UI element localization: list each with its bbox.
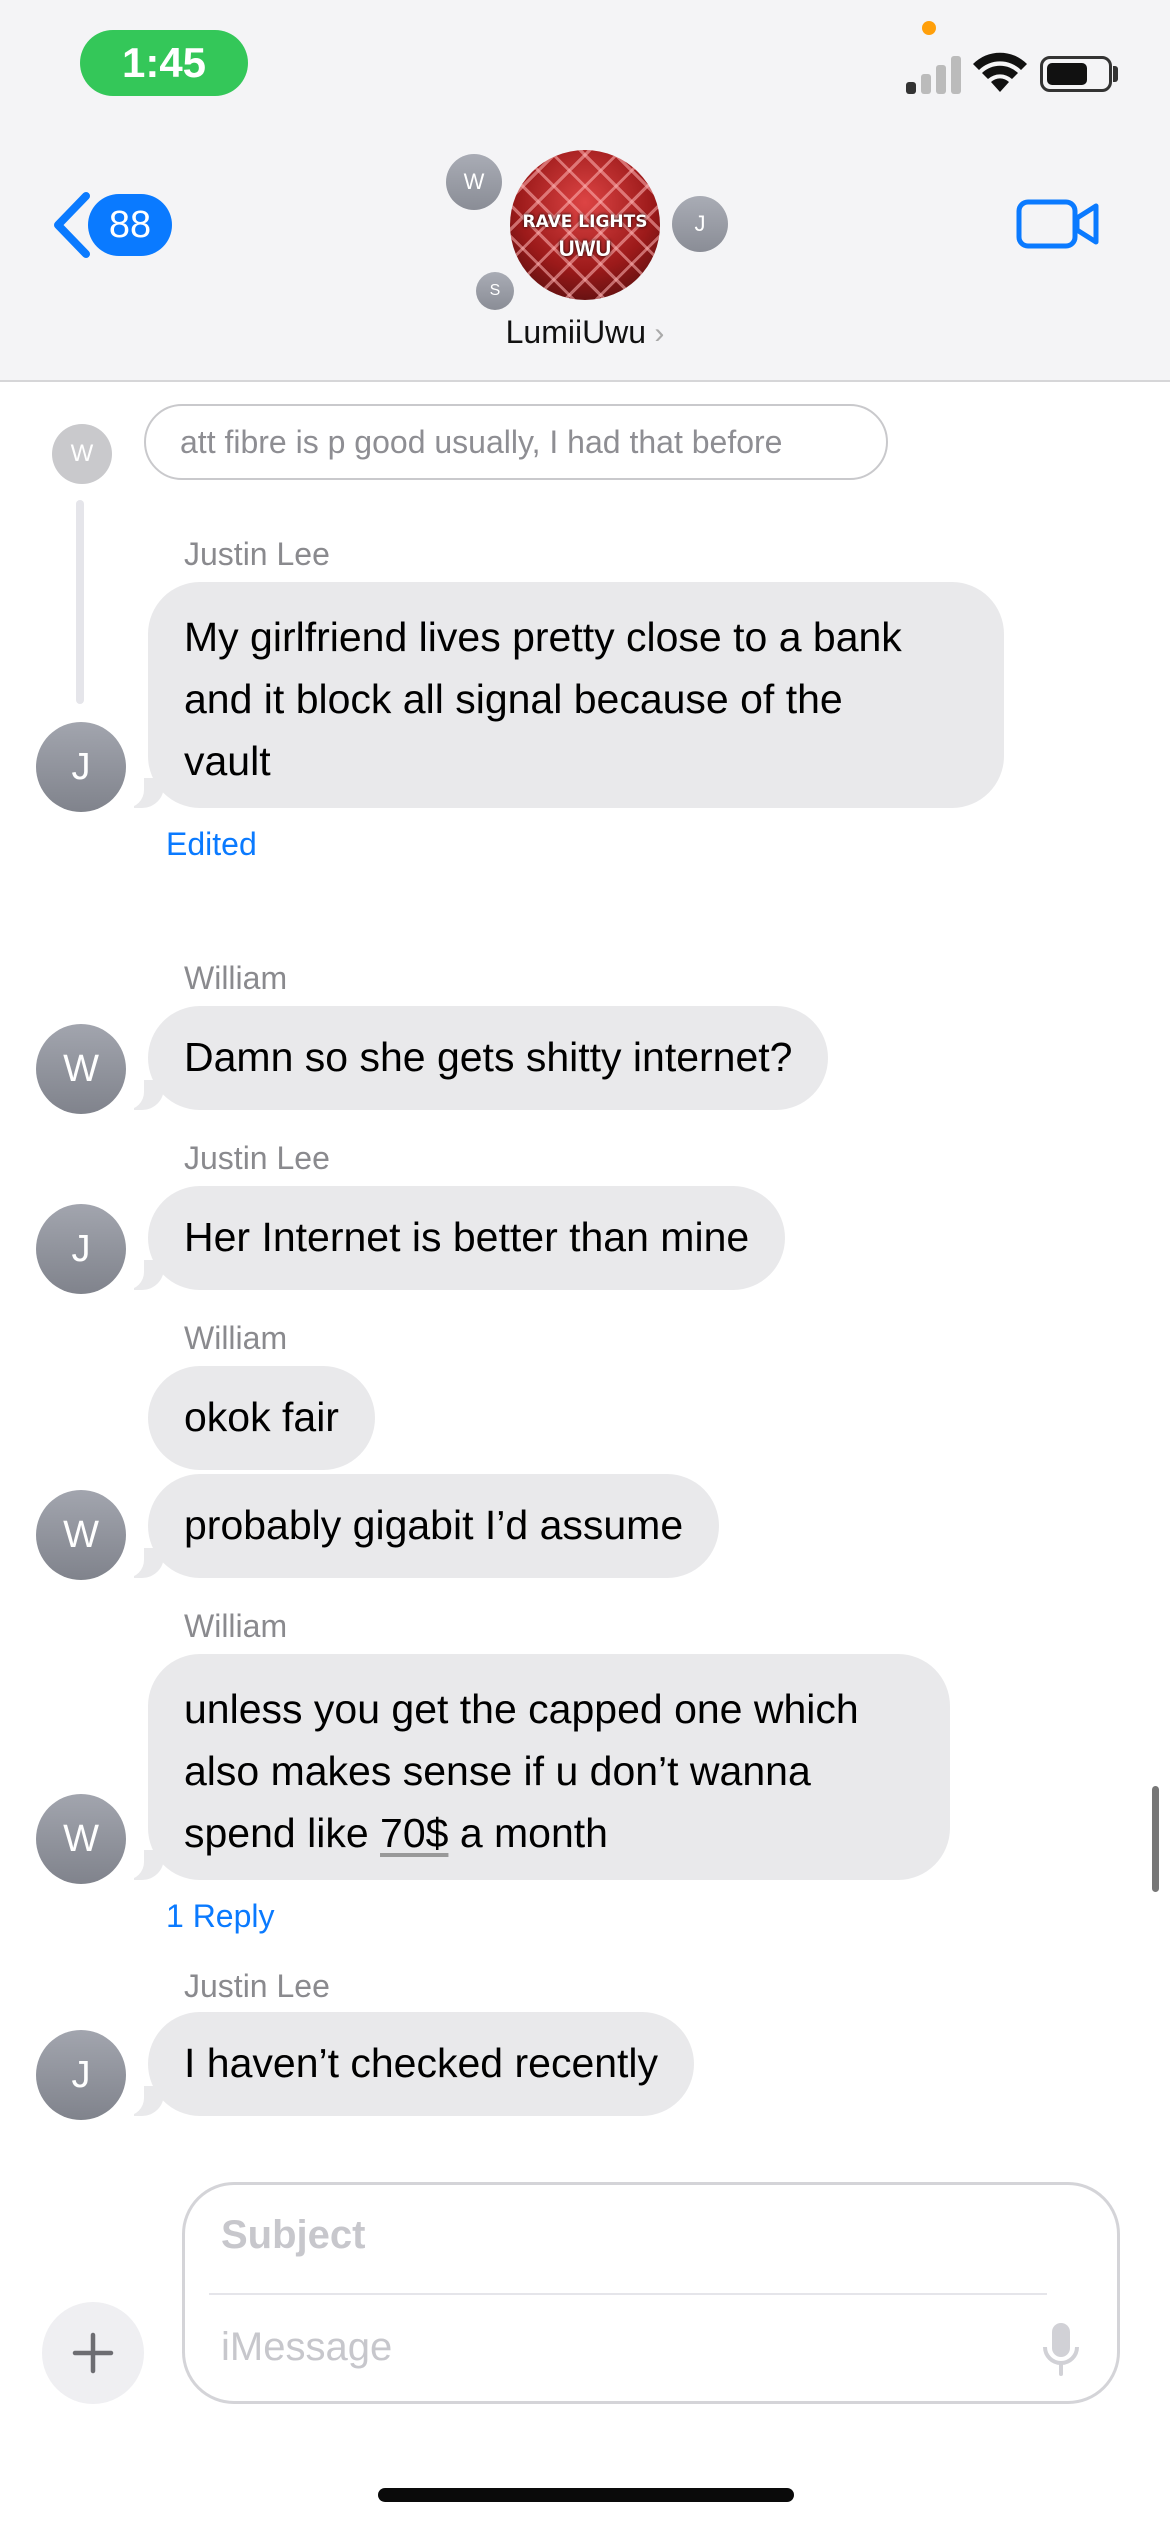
reply-preview-bubble[interactable]: att fibre is p good usually, I had that … — [144, 404, 888, 480]
thread-line — [76, 500, 84, 704]
battery-icon — [1040, 56, 1112, 92]
sender-name: William — [184, 960, 288, 996]
sender-name: Justin Lee — [184, 1140, 330, 1176]
message-composer[interactable]: Subject iMessage — [182, 2182, 1120, 2404]
message-input[interactable]: iMessage — [221, 2325, 392, 2370]
cellular-signal-icon — [906, 52, 962, 94]
bubble-tail — [120, 774, 164, 808]
member-avatar-w: W — [446, 154, 502, 210]
group-avatar[interactable]: RAVE LIGHTS UWU — [510, 150, 660, 300]
avatar[interactable]: J — [36, 722, 126, 812]
chevron-right-icon: › — [646, 317, 665, 350]
scrollbar[interactable] — [1152, 1786, 1159, 1892]
edited-link[interactable]: Edited — [166, 826, 257, 863]
sender-name: Justin Lee — [184, 536, 330, 572]
subject-input[interactable]: Subject — [221, 2213, 365, 2258]
message-line: spend like 70$ a month — [184, 1802, 914, 1864]
add-attachment-button[interactable] — [42, 2302, 144, 2404]
video-call-icon[interactable] — [1016, 196, 1100, 252]
back-button-unread-count[interactable]: 88 — [88, 194, 172, 256]
avatar[interactable]: W — [36, 1024, 126, 1114]
plus-icon — [72, 2332, 114, 2374]
message-text: spend like — [184, 1810, 381, 1856]
message-line: and it block all signal because of the — [184, 676, 843, 722]
message-text: a month — [448, 1810, 608, 1856]
message-bubble[interactable]: Damn so she gets shitty internet? — [148, 1006, 829, 1110]
message-line: unless you get the capped one which — [184, 1686, 859, 1732]
reply-preview-text: att fibre is p good usually, I had that … — [180, 423, 783, 460]
member-avatar-j: J — [672, 196, 728, 252]
avatar[interactable]: J — [36, 1204, 126, 1294]
home-indicator[interactable] — [378, 2488, 794, 2502]
message-bubble[interactable]: okok fair — [148, 1366, 375, 1470]
battery-tip — [1113, 66, 1118, 82]
status-time: 1:45 — [80, 30, 248, 96]
avatar[interactable]: W — [36, 1490, 126, 1580]
bubble-tail — [120, 1544, 164, 1578]
microphone-icon[interactable] — [1041, 2321, 1081, 2377]
group-photo-text-uwu: UWU — [558, 236, 612, 261]
privacy-indicator-dot — [922, 21, 936, 35]
reply-count-link[interactable]: 1 Reply — [166, 1898, 275, 1935]
message-bubble[interactable]: unless you get the capped one which also… — [148, 1654, 950, 1880]
message-line: vault — [184, 738, 271, 784]
message-bubble[interactable]: Her Internet is better than mine — [148, 1186, 786, 1290]
composer-divider — [209, 2293, 1047, 2295]
message-line: My girlfriend lives pretty close to a ba… — [184, 614, 902, 660]
message-line: also makes sense if u don’t wanna — [184, 1748, 811, 1794]
reply-preview-avatar: W — [52, 424, 112, 484]
avatar[interactable]: J — [36, 2030, 126, 2120]
group-name[interactable]: LumiiUwu › — [400, 314, 770, 351]
bubble-tail — [120, 1076, 164, 1110]
group-name-label: LumiiUwu — [505, 314, 647, 350]
bubble-tail — [120, 1256, 164, 1290]
message-bubble[interactable]: My girlfriend lives pretty close to a ba… — [148, 582, 1004, 808]
bubble-tail — [120, 1846, 164, 1880]
sender-name: William — [184, 1320, 288, 1356]
group-photo-text: RAVE LIGHTS — [522, 212, 648, 232]
message-bubble[interactable]: probably gigabit I’d assume — [148, 1474, 720, 1578]
sender-name: Justin Lee — [184, 1968, 330, 2004]
wifi-icon — [973, 52, 1027, 92]
message-bubble[interactable]: I haven’t checked recently — [148, 2012, 695, 2116]
sender-name: William — [184, 1608, 288, 1644]
avatar[interactable]: W — [36, 1794, 126, 1884]
member-avatar-s: S — [476, 272, 514, 310]
bubble-tail — [120, 2082, 164, 2116]
price-link[interactable]: 70$ — [380, 1810, 448, 1856]
